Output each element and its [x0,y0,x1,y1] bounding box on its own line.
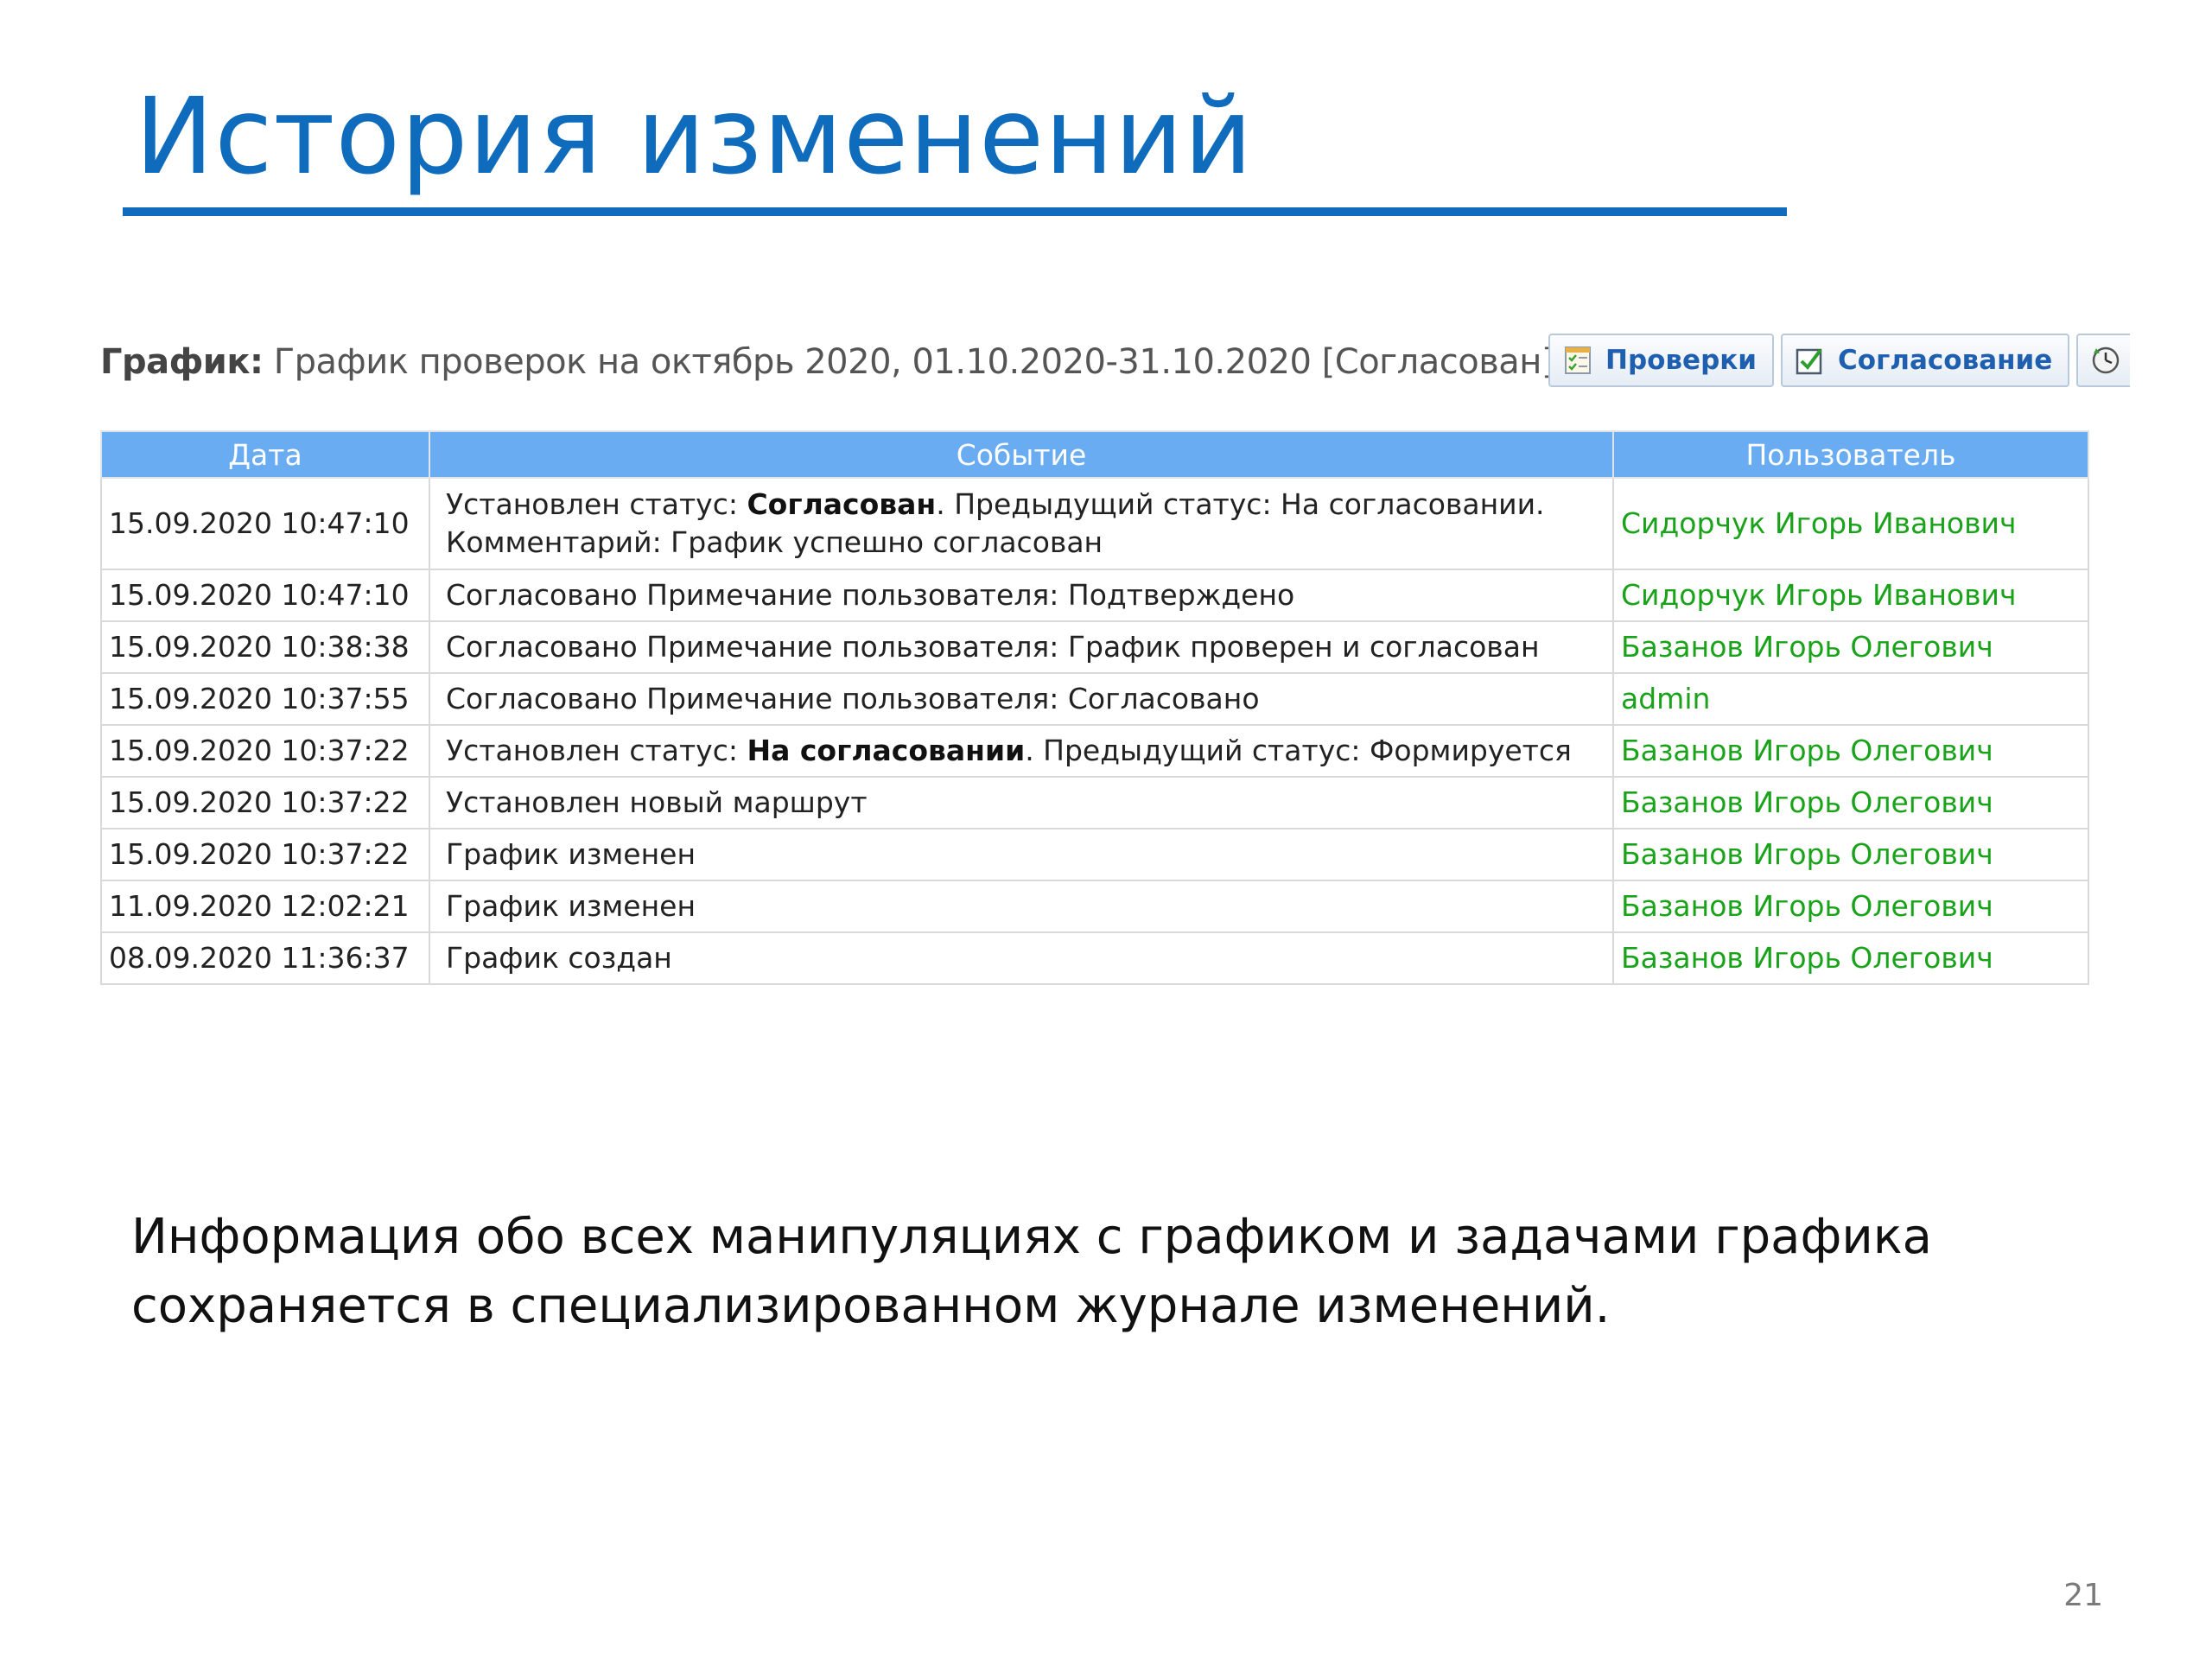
cell-event: Установлен статус: Согласован. Предыдущи… [429,477,1614,570]
event-text: Установлен статус: [446,487,747,521]
event-status: Согласован [747,487,937,521]
cell-user: Базанов Игорь Олегович [1612,931,2089,985]
history-table: Дата Событие Пользователь 15.09.2020 10:… [100,430,2089,985]
table-row[interactable]: 15.09.2020 10:47:10 Установлен статус: С… [100,477,2089,570]
event-comment: Комментарий: График успешно согласован [446,525,1103,559]
table-row[interactable]: 08.09.2020 11:36:37 График создан Базано… [100,931,2089,985]
column-header-user[interactable]: Пользователь [1612,430,2089,479]
cell-date: 08.09.2020 11:36:37 [100,931,430,985]
schedule-title: График: График проверок на октябрь 2020,… [100,342,1555,382]
caption-line: сохраняется в специализированном журнале… [131,1278,1611,1334]
event-status: На согласовании [747,734,1026,767]
cell-event: График изменен [429,828,1614,881]
table-header-row: Дата Событие Пользователь [100,430,2089,479]
cell-event: Согласовано Примечание пользователя: Сог… [429,672,1614,726]
table-row[interactable]: 15.09.2020 10:37:22 Установлен статус: Н… [100,724,2089,778]
cell-date: 15.09.2020 10:37:55 [100,672,430,726]
cell-user: Базанов Игорь Олегович [1612,776,2089,830]
table-row[interactable]: 15.09.2020 10:37:22 График изменен Базан… [100,828,2089,881]
slide-caption: Информация обо всех манипуляциях с графи… [131,1203,2119,1341]
cell-user: Сидорчук Игорь Иванович [1612,477,2089,570]
toolbar: Проверки Согласование I [1548,334,2130,392]
approval-button-label: Согласование [1838,345,2053,376]
cell-user: Сидорчук Игорь Иванович [1612,569,2089,622]
schedule-label: График: [100,342,264,382]
column-header-event[interactable]: Событие [429,430,1614,479]
table-row[interactable]: 15.09.2020 10:47:10 Согласовано Примечан… [100,569,2089,622]
checks-button[interactable]: Проверки [1548,334,1775,387]
cell-user: Базанов Игорь Олегович [1612,620,2089,674]
checkbox-checked-icon [1795,345,1826,376]
cell-event: График изменен [429,880,1614,933]
cell-event: Установлен статус: На согласовании. Пред… [429,724,1614,778]
approval-button[interactable]: Согласование [1781,334,2070,387]
table-row[interactable]: 15.09.2020 10:38:38 Согласовано Примечан… [100,620,2089,674]
event-text: Установлен статус: [446,734,747,767]
cell-date: 15.09.2020 10:37:22 [100,828,430,881]
page-number: 21 [2063,1578,2103,1613]
cell-date: 15.09.2020 10:37:22 [100,776,430,830]
checklist-icon [1562,345,1593,376]
slide: История изменений График: График проверо… [0,0,2212,1659]
cell-date: 15.09.2020 10:38:38 [100,620,430,674]
history-button[interactable]: I [2076,334,2130,387]
cell-user: Базанов Игорь Олегович [1612,724,2089,778]
history-clock-icon [2090,345,2121,376]
table-row[interactable]: 15.09.2020 10:37:22 Установлен новый мар… [100,776,2089,830]
cell-event: График создан [429,931,1614,985]
cell-date: 15.09.2020 10:47:10 [100,569,430,622]
cell-user: Базанов Игорь Олегович [1612,828,2089,881]
table-row[interactable]: 11.09.2020 12:02:21 График изменен Базан… [100,880,2089,933]
cell-user: Базанов Игорь Олегович [1612,880,2089,933]
event-text: . Предыдущий статус: На согласовании. [936,487,1545,521]
caption-line: Информация обо всех манипуляциях с графи… [131,1209,1932,1265]
title-underline [123,207,1787,216]
cell-event: Согласовано Примечание пользователя: Под… [429,569,1614,622]
event-text: . Предыдущий статус: Формируется [1025,734,1572,767]
schedule-header: График: График проверок на октябрь 2020,… [100,334,1555,391]
cell-user: admin [1612,672,2089,726]
schedule-value: График проверок на октябрь 2020, 01.10.2… [273,342,1555,382]
column-header-date[interactable]: Дата [100,430,430,479]
cell-date: 11.09.2020 12:02:21 [100,880,430,933]
cell-date: 15.09.2020 10:47:10 [100,477,430,570]
checks-button-label: Проверки [1605,345,1758,376]
cell-date: 15.09.2020 10:37:22 [100,724,430,778]
cell-event: Согласовано Примечание пользователя: Гра… [429,620,1614,674]
table-row[interactable]: 15.09.2020 10:37:55 Согласовано Примечан… [100,672,2089,726]
page-title: История изменений [135,75,1254,198]
cell-event: Установлен новый маршрут [429,776,1614,830]
